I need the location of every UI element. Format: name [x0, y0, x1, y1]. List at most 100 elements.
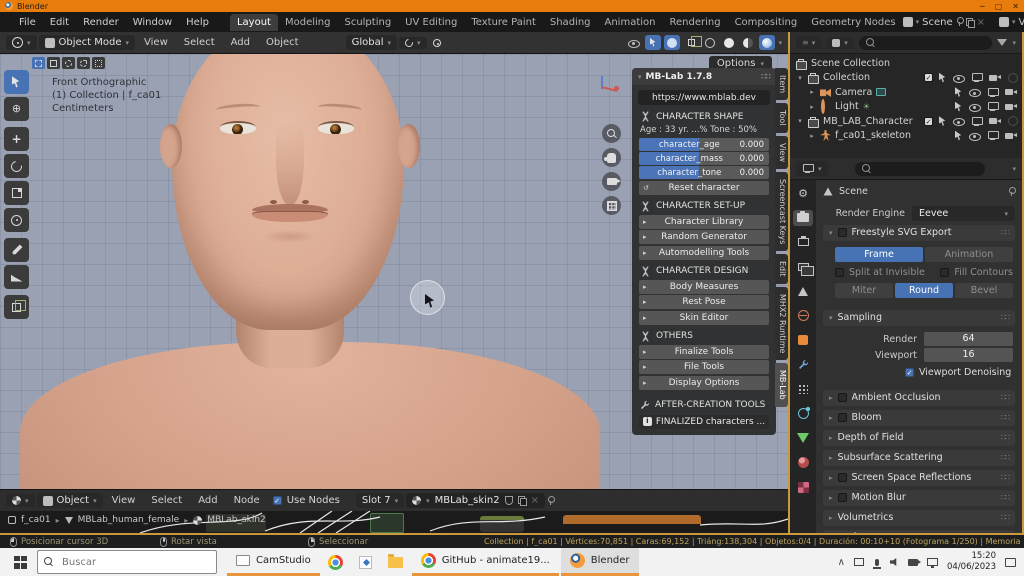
rest-pose-button[interactable]: ▸Rest Pose — [639, 295, 769, 309]
pan-button[interactable] — [602, 148, 621, 167]
panel-checkbox[interactable] — [838, 473, 847, 482]
tab-world[interactable] — [793, 308, 813, 324]
mblab-panel-header[interactable]: ▾MB-Lab 1.7.8∷∷ — [632, 68, 776, 85]
menu-select[interactable]: Select — [144, 493, 189, 508]
tab-render[interactable] — [793, 210, 813, 226]
orientation-dropdown[interactable]: Global▾ — [346, 35, 397, 50]
tray-window-icon[interactable] — [854, 558, 864, 566]
tab-texture[interactable] — [793, 479, 813, 495]
panel-motion-blur[interactable]: ▸Motion Blur∷∷ — [823, 490, 1015, 507]
menu-view[interactable]: View — [137, 35, 175, 50]
slot-dropdown[interactable]: Slot 7▾ — [356, 493, 404, 508]
tab-modifiers[interactable] — [793, 357, 813, 373]
tab-item[interactable]: Item — [775, 68, 788, 100]
tab-uv-editing[interactable]: UV Editing — [398, 14, 464, 31]
fill-contours-checkbox[interactable] — [940, 268, 949, 277]
outliner-search[interactable] — [859, 36, 993, 50]
miter-button[interactable]: Miter — [835, 283, 893, 298]
character-tone-slider[interactable]: character_tone0.000 — [639, 166, 769, 179]
video-icon[interactable] — [908, 559, 918, 566]
tab-screencast-keys[interactable]: Screencast Keys — [775, 172, 788, 251]
disclosure-icon[interactable]: ▸ — [808, 132, 816, 140]
others-header[interactable]: OTHERS — [640, 331, 768, 342]
tab-animation[interactable]: Animation — [598, 14, 663, 31]
character-age-slider[interactable]: character_age0.000 — [639, 138, 769, 151]
hide-icon[interactable] — [953, 72, 965, 83]
file-tools-button[interactable]: ▸File Tools — [639, 360, 769, 374]
select-mode-extend[interactable] — [92, 57, 105, 69]
scene-selector[interactable]: ▾ Scene × — [903, 17, 985, 28]
mblab-url-button[interactable]: https://www.mblab.dev — [638, 90, 770, 105]
tool-cursor[interactable]: ⊕ — [4, 97, 29, 121]
render-disable-icon[interactable] — [1005, 131, 1018, 141]
character-setup-header[interactable]: CHARACTER SET-UP — [640, 201, 768, 212]
character-shape-header[interactable]: CHARACTER SHAPE — [640, 111, 768, 122]
outliner-row-camera[interactable]: ▸ Camera — [790, 85, 1022, 100]
tab-physics[interactable] — [793, 406, 813, 422]
freestyle-frame-button[interactable]: Frame — [835, 247, 923, 262]
bevel-button[interactable]: Bevel — [955, 283, 1013, 298]
tab-mhx2-runtime[interactable]: MHX2 Runtime — [775, 287, 788, 360]
disclosure-icon[interactable]: ▸ — [808, 103, 816, 111]
tab-shading[interactable]: Shading — [543, 14, 598, 31]
viewport-disable-icon[interactable] — [971, 72, 983, 83]
tool-measure[interactable] — [4, 265, 29, 289]
freestyle-checkbox[interactable] — [838, 228, 847, 237]
gizmos-toggle[interactable] — [645, 35, 661, 50]
navigation-gizmo[interactable] — [588, 76, 618, 102]
maximize-button[interactable]: ▢ — [995, 2, 1003, 11]
viewport-denoising-checkbox[interactable]: ✓ — [905, 368, 914, 377]
viewport-disable-icon[interactable] — [987, 87, 999, 98]
select-mode-lasso[interactable] — [77, 57, 90, 69]
panel-volumetrics[interactable]: ▸Volumetrics∷∷ — [823, 510, 1015, 527]
tab-object[interactable] — [793, 332, 813, 348]
taskbar-app-chrome[interactable] — [322, 548, 350, 576]
breadcrumb-material[interactable]: MBLab_skin2 — [207, 515, 266, 525]
tab-edit[interactable]: Edit — [775, 254, 788, 284]
model-eye[interactable] — [220, 121, 256, 134]
menu-object[interactable]: Object — [259, 35, 306, 50]
tab-rendering[interactable]: Rendering — [662, 14, 727, 31]
tool-transform[interactable] — [4, 208, 29, 232]
model-eye[interactable] — [318, 121, 354, 134]
menu-view[interactable]: View — [105, 493, 143, 508]
tab-view-layer[interactable] — [793, 259, 813, 275]
viewlayer-selector[interactable]: ▾ ViewLayer — [999, 17, 1024, 28]
shader-node-canvas[interactable]: f_ca01 ▸ MBLab_human_female ▸ MBLab_skin… — [0, 511, 788, 533]
automodelling-tools-button[interactable]: ▸Automodelling Tools — [639, 246, 769, 260]
chevron-down-icon[interactable]: ▾ — [1012, 39, 1016, 47]
hide-icon[interactable] — [969, 130, 981, 141]
outliner-row-collection[interactable]: ▾ Collection ✓ — [790, 71, 1022, 86]
shader-mode-dropdown[interactable]: Object▾ — [37, 493, 103, 508]
editor-type-button[interactable]: ▾ — [6, 35, 37, 50]
tab-object-data[interactable] — [793, 430, 813, 446]
tab-tool[interactable]: Tool — [775, 103, 788, 133]
panel-depth-of-field[interactable]: ▸Depth of Field∷∷ — [823, 430, 1015, 447]
menu-add[interactable]: Add — [191, 493, 224, 508]
copy-icon[interactable] — [518, 496, 526, 505]
zoom-button[interactable] — [602, 124, 621, 143]
properties-search[interactable] — [855, 162, 985, 176]
tab-layout[interactable]: Layout — [230, 14, 278, 31]
taskbar-app-camstudio[interactable]: CamStudio — [227, 548, 320, 576]
render-samples-field[interactable]: 64 — [924, 332, 1013, 346]
select-mode-box[interactable] — [47, 57, 60, 69]
minimize-button[interactable]: ─ — [980, 2, 985, 11]
character-library-button[interactable]: ▸Character Library — [639, 215, 769, 229]
panel-bloom[interactable]: ▸Bloom∷∷ — [823, 410, 1015, 427]
panel-ambient-occlusion[interactable]: ▸Ambient Occlusion∷∷ — [823, 390, 1015, 407]
holdout-icon[interactable] — [1008, 73, 1018, 83]
freestyle-animation-button[interactable]: Animation — [925, 247, 1013, 262]
panel-subsurface-scattering[interactable]: ▸Subsurface Scattering∷∷ — [823, 450, 1015, 467]
model-ear[interactable] — [160, 124, 182, 168]
tab-modeling[interactable]: Modeling — [278, 14, 338, 31]
menu-edit[interactable]: Edit — [43, 15, 76, 30]
properties-breadcrumb[interactable]: Scene — [839, 186, 868, 197]
tab-particles[interactable] — [793, 381, 813, 397]
menu-add[interactable]: Add — [224, 35, 257, 50]
speaker-icon[interactable] — [890, 558, 899, 567]
tab-geometry-nodes[interactable]: Geometry Nodes — [804, 14, 902, 31]
overlays-toggle[interactable] — [664, 35, 680, 50]
render-disable-icon[interactable] — [989, 73, 1002, 83]
taskbar-clock[interactable]: 15:20 04/06/2023 — [947, 551, 996, 572]
